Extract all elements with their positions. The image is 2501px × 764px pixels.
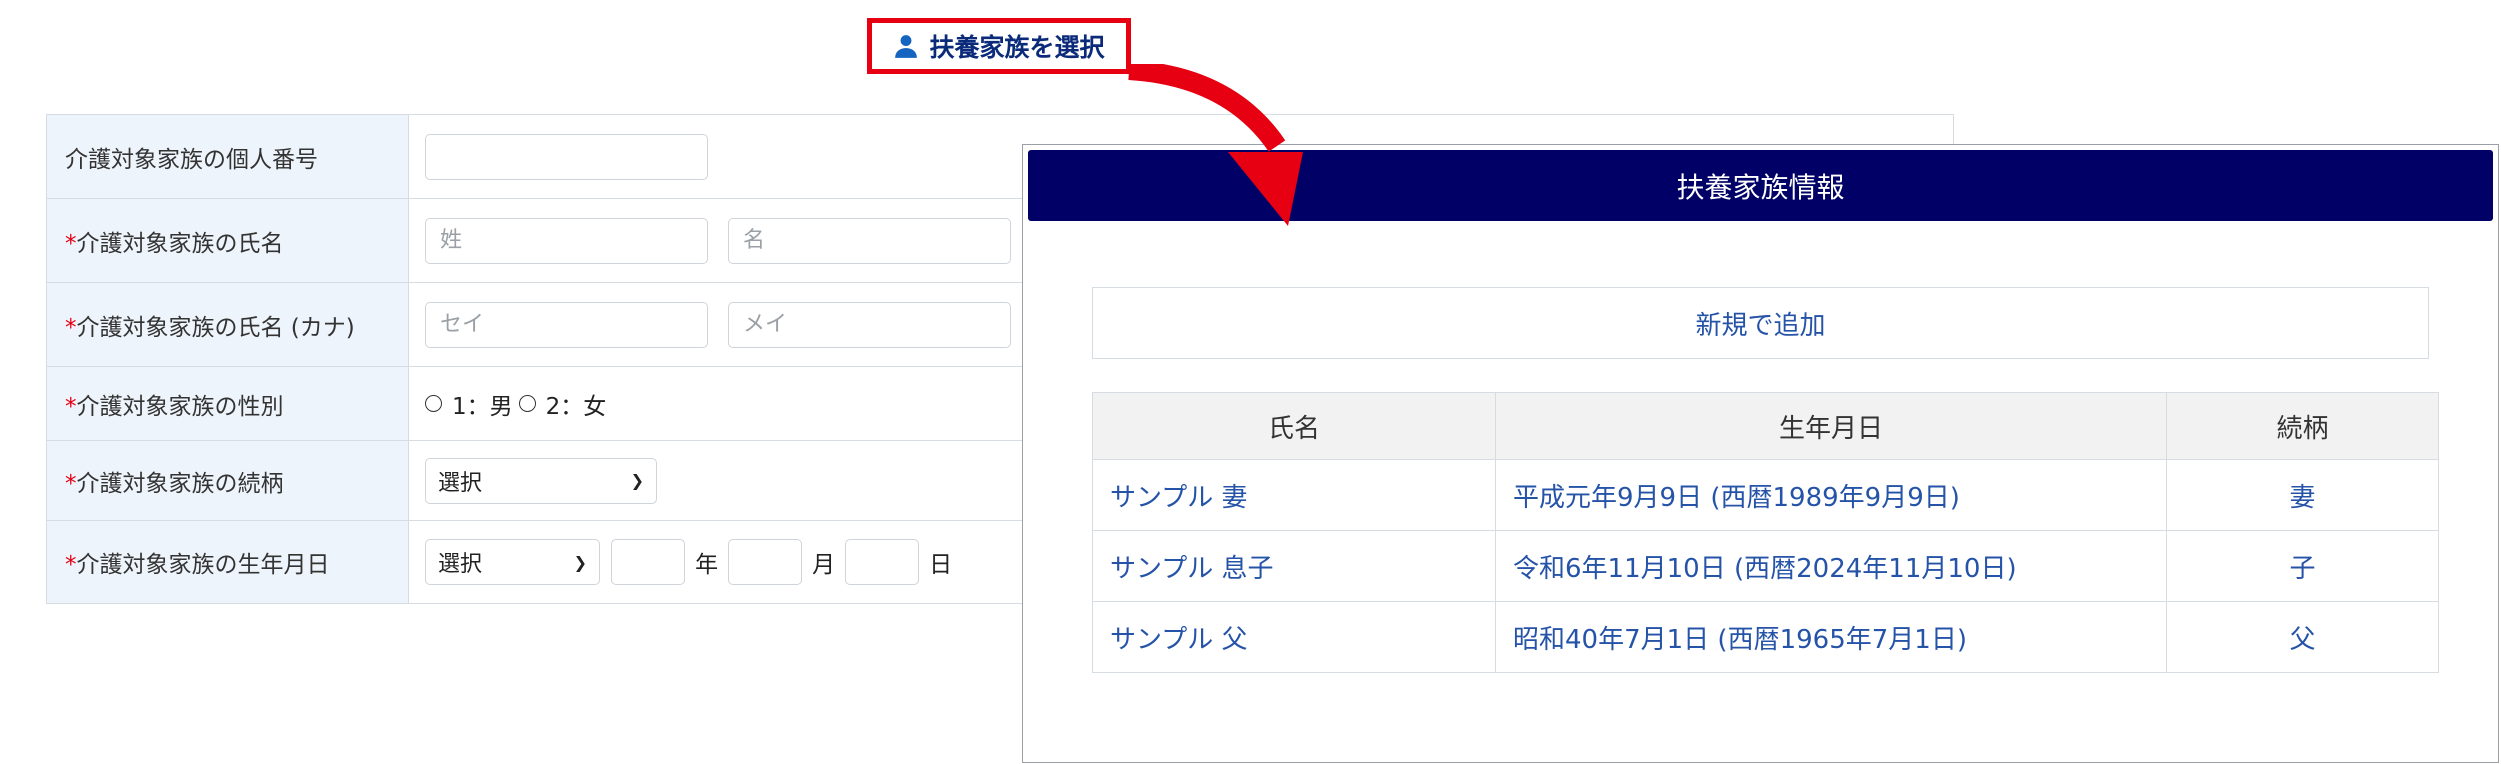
last-name-input[interactable] [425,217,708,264]
table-row[interactable]: サンプル 妻 平成元年9月9日 (西暦1989年9月9日) 妻 [1092,459,2439,531]
first-name-kana-input[interactable] [728,301,1011,348]
person-icon [893,33,919,59]
chevron-down-icon: ❯ [630,471,644,490]
dependent-relation-link[interactable]: 子 [2166,530,2439,602]
gender-radio-female[interactable]: 2：女 [518,387,606,421]
dependent-info-modal: 扶養家族情報 新規で追加 氏名 生年月日 続柄 サンプル 妻 平成元年9月9日 … [1022,144,2499,763]
day-unit-label: 日 [929,552,953,578]
gender-radio-male[interactable]: 1：男 [425,387,513,421]
personal-number-input[interactable] [425,133,708,180]
year-unit-label: 年 [695,552,719,578]
table-row[interactable]: サンプル 息子 令和6年11月10日 (西暦2024年11月10日) 子 [1092,530,2439,602]
dependent-name-link[interactable]: サンプル 息子 [1092,530,1496,602]
required-mark: * [65,314,77,341]
select-dependent-label: 扶養家族を選択 [929,33,1105,62]
dependent-name-link[interactable]: サンプル 父 [1092,601,1496,673]
column-header-birthdate: 生年月日 [1495,392,2167,460]
birth-day-input[interactable] [845,539,920,585]
first-name-input[interactable] [728,217,1011,264]
dependent-relation-link[interactable]: 妻 [2166,459,2439,531]
field-label: *介護対象家族の続柄 [46,440,409,521]
required-mark: * [65,230,77,257]
last-name-kana-input[interactable] [425,301,708,348]
field-label: *介護対象家族の氏名 (カナ) [46,282,409,367]
field-label: 介護対象家族の個人番号 [46,114,409,199]
birth-year-input[interactable] [611,539,686,585]
red-curved-arrow-icon [1128,64,1303,226]
table-header-row: 氏名 生年月日 続柄 [1092,392,2439,460]
dependent-relation-link[interactable]: 父 [2166,601,2439,673]
dependent-birth-link[interactable]: 平成元年9月9日 (西暦1989年9月9日) [1495,459,2167,531]
required-mark: * [65,552,77,578]
field-label: *介護対象家族の性別 [46,366,409,441]
radio-circle-icon [425,395,442,412]
column-header-name: 氏名 [1092,392,1496,460]
era-select[interactable]: 選択 ❯ [425,539,600,585]
dependent-table: 氏名 生年月日 続柄 サンプル 妻 平成元年9月9日 (西暦1989年9月9日)… [1092,392,2439,673]
dependent-birth-link[interactable]: 昭和40年7月1日 (西暦1965年7月1日) [1495,601,2167,673]
table-row[interactable]: サンプル 父 昭和40年7月1日 (西暦1965年7月1日) 父 [1092,601,2439,673]
relation-select[interactable]: 選択 ❯ [425,457,657,504]
required-mark: * [65,470,77,497]
field-label: *介護対象家族の生年月日 [46,520,409,604]
birth-month-input[interactable] [728,539,803,585]
select-dependent-button[interactable]: 扶養家族を選択 [867,18,1131,74]
dependent-birth-link[interactable]: 令和6年11月10日 (西暦2024年11月10日) [1495,530,2167,602]
dependent-name-link[interactable]: サンプル 妻 [1092,459,1496,531]
add-new-button[interactable]: 新規で追加 [1092,287,2429,359]
chevron-down-icon: ❯ [573,552,587,572]
month-unit-label: 月 [812,552,836,578]
radio-circle-icon [518,395,536,412]
required-mark: * [65,393,77,420]
column-header-relation: 続柄 [2166,392,2439,460]
field-label: *介護対象家族の氏名 [46,198,409,283]
